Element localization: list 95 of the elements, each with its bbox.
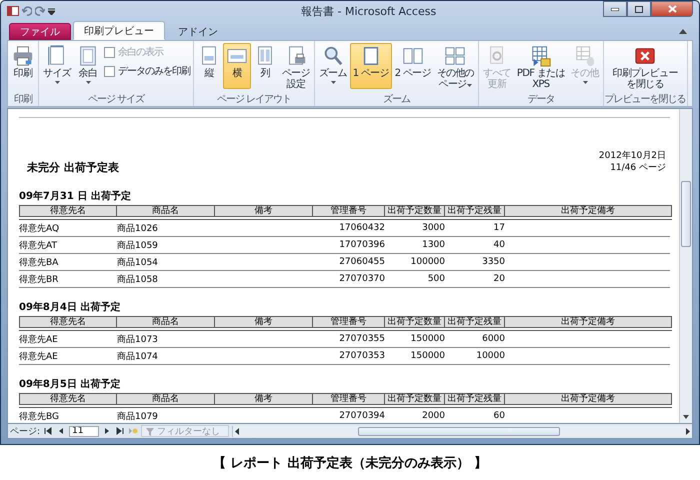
ribbon-button[interactable]: 印刷	[9, 43, 37, 89]
customize-icon[interactable]	[48, 7, 55, 15]
group-label: ページ サイズ	[86, 94, 146, 106]
table-cell-text: 17	[492, 223, 505, 233]
ribbon-button[interactable]: 印刷プレビュー を閉じる	[610, 43, 681, 92]
table-cell-text: 商品1059	[117, 240, 159, 252]
page-number: 11/46 ページ	[609, 162, 666, 174]
table-cell-text: 1300	[421, 240, 445, 250]
table-cell-text: 6000	[481, 334, 505, 344]
checkbox[interactable]: データのみを印刷	[104, 64, 190, 78]
table-cell-text: 商品1073	[117, 334, 159, 346]
last-page-icon[interactable]	[115, 426, 126, 436]
table-cell-text: 得意先BR	[19, 274, 60, 286]
scroll-thumb[interactable]	[358, 426, 560, 436]
ribbon-tab[interactable]: アドイン	[167, 23, 229, 40]
section-heading: 09年8月5日 出荷予定	[19, 377, 122, 391]
group-label: 印刷	[13, 94, 34, 106]
table-cell-text: 20	[492, 274, 505, 284]
table-cell-text: 10000	[475, 351, 505, 361]
page-field[interactable]: 11	[69, 426, 100, 436]
close-icon	[668, 5, 676, 13]
filter-icon	[146, 426, 156, 436]
four-pages-icon	[444, 45, 466, 67]
scroll-left-icon[interactable]	[233, 426, 242, 436]
table-cell-text: 商品1074	[117, 350, 159, 362]
table-cell-text: 商品1079	[117, 410, 159, 422]
group-label: データ	[526, 94, 556, 106]
table-cell-text: 500	[426, 274, 445, 284]
table-cell-text: 得意先AE	[19, 350, 59, 362]
table-cell-text: 27060455	[338, 257, 385, 267]
scroll-right-icon[interactable]	[684, 426, 692, 436]
table-cell-text: 2000	[421, 411, 445, 421]
app-icon[interactable]	[7, 6, 19, 16]
section-heading: 09年7月31 日 出荷予定	[19, 189, 132, 203]
close-icon	[634, 45, 656, 67]
undo-icon[interactable]	[22, 6, 32, 16]
horizontal-scrollbar[interactable]	[232, 426, 692, 436]
table-cell-text: 150000	[410, 334, 445, 344]
table-cell-text: 得意先AT	[19, 240, 58, 252]
maximize-icon	[635, 6, 643, 12]
table-cell-text: 得意先BG	[19, 410, 60, 422]
table-cell-text: 商品1058	[117, 274, 159, 286]
group-label: ページ レイアウト	[216, 94, 292, 106]
first-page-icon[interactable]	[43, 426, 54, 436]
table-cell-text: 17060432	[338, 223, 385, 233]
table-cell-text: 60	[492, 411, 505, 421]
ribbon-button[interactable]: 余白	[74, 43, 102, 89]
ribbon-button[interactable]: ページ 設定	[278, 43, 313, 92]
window-title: 報告書 - Microsoft Access	[301, 4, 438, 18]
table-cell-text: 商品1026	[117, 222, 159, 234]
table-cell-text: 商品1054	[117, 256, 159, 268]
table-cell-text: 40	[492, 240, 505, 250]
ribbon-button[interactable]: PDF または XPS	[514, 43, 568, 92]
table-cell-text: 17070396	[338, 240, 385, 250]
table-cell-text: 27070353	[338, 351, 385, 361]
ribbon-button[interactable]: 2 ページ	[392, 43, 434, 89]
report-date: 2012年10月2日	[598, 150, 666, 162]
ribbon-button[interactable]: その他の ページ	[434, 43, 478, 92]
table-cell-text: 100000	[410, 257, 445, 267]
table-cell-text: 27070394	[338, 411, 385, 421]
scroll-thumb[interactable]	[681, 181, 691, 247]
ribbon-button[interactable]: 列	[250, 43, 279, 89]
ribbon-button[interactable]: ズーム	[316, 43, 350, 89]
ribbon-tab[interactable]: 印刷プレビュー	[73, 21, 165, 40]
minimize-button[interactable]	[603, 1, 627, 17]
ribbon-tab[interactable]: ファイル	[9, 23, 71, 40]
vertical-scrollbar[interactable]	[679, 109, 692, 423]
close-button[interactable]	[651, 1, 693, 17]
group-label: ズーム	[382, 94, 412, 106]
page-label: ページ:	[9, 426, 40, 438]
table-cell-text: 得意先BA	[19, 256, 60, 268]
table-cell-text: 得意先AE	[19, 334, 59, 346]
minimize-icon	[611, 8, 619, 10]
report-title: 未完分 出荷予定表	[27, 160, 119, 175]
collapse-ribbon-icon[interactable]	[679, 29, 687, 34]
printer-icon	[12, 45, 34, 67]
ribbon-button[interactable]: 横	[222, 43, 251, 89]
table-cell-text: 3000	[421, 223, 445, 233]
table-database-icon	[574, 45, 596, 67]
table-cell-text: 27070370	[338, 274, 385, 284]
section-heading: 09年8月4日 出荷予定	[19, 300, 122, 314]
caption: 【 レポート 出荷予定表（未完分のみ表示） 】	[212, 454, 488, 472]
table-cell-text: 3350	[481, 257, 505, 267]
table-cell-text: 得意先AQ	[19, 222, 60, 234]
group-label: プレビューを閉じる	[604, 94, 686, 106]
scroll-down-icon[interactable]	[681, 413, 691, 421]
table-cell-text: 27070355	[338, 334, 385, 344]
magnifier-icon	[322, 45, 344, 67]
table-export-icon	[530, 45, 552, 67]
ribbon-button[interactable]: 1 ページ	[350, 43, 392, 89]
ribbon-button[interactable]: 縦	[194, 43, 223, 89]
two-pages-icon	[402, 45, 424, 67]
maximize-button[interactable]	[627, 1, 651, 17]
table-cell-text: 150000	[410, 351, 445, 361]
ribbon-button[interactable]: サイズ	[40, 43, 74, 89]
